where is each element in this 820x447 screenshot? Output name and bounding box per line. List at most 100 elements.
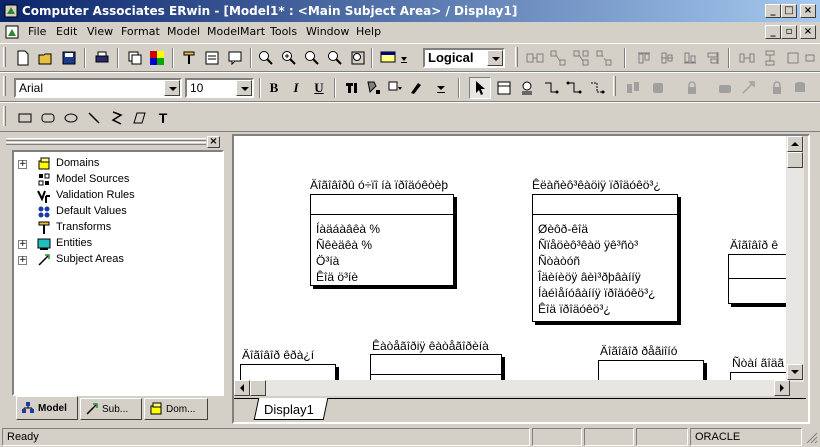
entity-key-area[interactable] (533, 195, 677, 215)
vertical-scrollbar[interactable] (786, 136, 804, 382)
pin-icon[interactable] (178, 47, 200, 69)
non-identifying-rel-icon[interactable] (586, 77, 608, 99)
mart-save-icon[interactable] (647, 77, 669, 99)
document-icon[interactable] (4, 24, 20, 40)
entity-key-area[interactable] (729, 255, 790, 279)
scroll-thumb[interactable] (787, 152, 803, 168)
zoom-area-icon[interactable] (347, 47, 369, 69)
text-color-icon[interactable] (340, 77, 362, 99)
scroll-up-button[interactable] (787, 136, 803, 152)
align-top-icon[interactable] (633, 47, 655, 69)
polyline-tool-icon[interactable] (106, 107, 128, 129)
mart-open-icon[interactable] (622, 77, 644, 99)
entity-attribute[interactable]: Íàäáàâêà % (316, 222, 380, 236)
align-middle-icon[interactable] (656, 47, 678, 69)
print-icon[interactable] (91, 47, 113, 69)
comment-icon[interactable] (224, 47, 246, 69)
entity-box[interactable]: Øèôð-êîä Ñïåöèô³êàö ÿê³ñò³ Ñòàòóñ Îäèíèö… (532, 194, 678, 322)
font-name-select[interactable]: Arial (14, 78, 182, 98)
toolbar-grip[interactable] (3, 47, 6, 67)
entity-name[interactable]: Äîãîâîð ðåãiîíó (600, 344, 677, 358)
entity-attribute[interactable]: Êîä ö³íè (316, 270, 358, 284)
relationship-tool-icon[interactable] (524, 47, 546, 69)
open-icon[interactable] (35, 47, 57, 69)
entity-name[interactable]: Äîãîâîðû ó÷ïî íà ïðîäóêòèþ (310, 178, 448, 192)
erwin-app-icon[interactable] (4, 4, 18, 18)
properties-icon[interactable] (201, 47, 223, 69)
entity-attribute[interactable]: Íàéìåíóâàííÿ ïðîäóêö³¿ (538, 286, 655, 300)
zoom-in-icon[interactable] (255, 47, 277, 69)
rectangle-tool-icon[interactable] (14, 107, 36, 129)
view-level-arrow[interactable] (487, 50, 503, 66)
center-icon[interactable] (803, 47, 819, 69)
entity-attribute[interactable]: Ñêèäêà % (316, 238, 372, 252)
entity-name[interactable]: Êàòåãîðiÿ êàòåãîðèíà (372, 339, 489, 353)
mdi-close-button[interactable]: × (800, 25, 816, 39)
align-bottom-icon[interactable] (679, 47, 701, 69)
panel-grip[interactable] (6, 138, 206, 141)
entity-attribute[interactable]: Ñïåöèô³êàö ÿê³ñò³ (538, 238, 638, 252)
mdi-minimize-button[interactable]: _ (765, 25, 781, 39)
scroll-thumb-horizontal[interactable] (250, 380, 266, 396)
menu-format[interactable]: Format (121, 25, 160, 38)
space-horizontal-icon[interactable] (736, 47, 758, 69)
close-button[interactable]: × (800, 4, 816, 18)
entity-box[interactable] (370, 354, 502, 382)
menu-edit[interactable]: Edit (56, 25, 77, 38)
line-color-icon[interactable] (406, 77, 428, 99)
entity-name[interactable]: Êëàñèô³êàöiÿ ïðîäóêö³¿ (532, 178, 661, 192)
title-bar[interactable]: Computer Associates ERwin - [Model1* : <… (0, 0, 820, 22)
tab-model[interactable]: Model (16, 396, 78, 420)
italic-button[interactable]: I (285, 77, 307, 99)
toolbar-grip[interactable] (515, 47, 518, 67)
zoom-100-icon[interactable] (324, 47, 346, 69)
space-vertical-icon[interactable] (759, 47, 781, 69)
entity-box[interactable]: Íàäáàâêà % Ñêèäêà % Ö³íà Êîä ö³íè (310, 194, 454, 286)
mart-db-icon[interactable] (789, 77, 811, 99)
subtype-tool-icon[interactable] (547, 47, 569, 69)
many-to-many-tool-icon[interactable] (570, 47, 592, 69)
scroll-left-button[interactable] (234, 380, 250, 396)
panel-close-button[interactable]: × (207, 136, 220, 148)
tree-expander[interactable]: + (18, 256, 27, 265)
identifying-rel-icon[interactable] (540, 77, 562, 99)
toolbar-grip[interactable] (613, 76, 616, 96)
toolbar-grip[interactable] (3, 76, 6, 96)
line-tool-icon[interactable] (83, 107, 105, 129)
entity-attribute[interactable]: Ö³íà (316, 254, 339, 268)
entity-key-area[interactable] (599, 361, 703, 381)
horizontal-scrollbar[interactable] (234, 380, 790, 396)
diagram-canvas[interactable]: Äîãîâîðû ó÷ïî íà ïðîäóêòèþ Íàäáàâêà % Ñê… (234, 136, 790, 382)
scroll-right-button[interactable] (774, 380, 790, 396)
entity-name[interactable]: Äîãîâîð ê (730, 238, 778, 252)
entity-key-area[interactable] (371, 355, 501, 375)
entity-attribute[interactable]: Îäèíèöÿ âèì³ðþâàííÿ (538, 270, 641, 284)
display-dropdown-icon[interactable] (397, 47, 411, 69)
entity-tool-icon[interactable] (493, 77, 515, 99)
model-tree[interactable]: + Domains Model Sources Validation Rules… (12, 150, 224, 396)
fill-dropdown-icon[interactable] (384, 77, 406, 99)
mart-security-icon[interactable] (766, 77, 788, 99)
entity-name[interactable]: Ñòàí ãîäã (732, 356, 784, 370)
resize-grip[interactable] (804, 430, 818, 444)
zoom-fit-icon[interactable] (301, 47, 323, 69)
new-icon[interactable] (12, 47, 34, 69)
menu-help[interactable]: Help (356, 25, 381, 38)
entity-name[interactable]: Äîãîâîð êðà¿í (242, 348, 314, 362)
entity-attribute[interactable]: Ñòàòóñ (538, 254, 580, 268)
lock-icon[interactable] (681, 77, 703, 99)
menu-tools[interactable]: Tools (270, 25, 297, 38)
menu-modelmart[interactable]: ModelMart (207, 25, 265, 38)
view-level-select[interactable]: Logical (423, 48, 505, 68)
color-icon[interactable] (146, 47, 168, 69)
polygon-tool-icon[interactable] (129, 107, 151, 129)
menu-view[interactable]: View (87, 25, 113, 38)
save-icon[interactable] (58, 47, 80, 69)
display-icon[interactable] (377, 47, 399, 69)
text-tool-button[interactable]: T (152, 107, 174, 129)
underline-button[interactable]: U (308, 77, 330, 99)
fill-color-icon[interactable] (362, 77, 384, 99)
align-right-icon[interactable] (702, 47, 724, 69)
entity-key-area[interactable] (311, 195, 453, 215)
font-size-select[interactable]: 10 (185, 78, 254, 98)
